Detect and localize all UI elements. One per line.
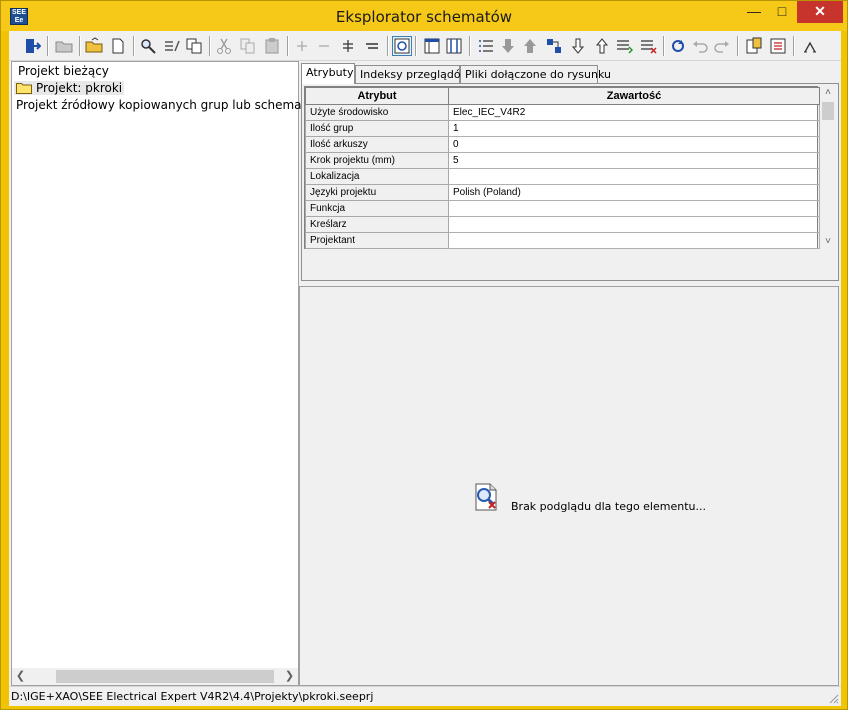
tree-item-project-pkroki[interactable]: Projekt: pkroki: [14, 81, 125, 95]
open-folder-icon[interactable]: [55, 37, 73, 55]
redo-icon[interactable]: [713, 37, 731, 55]
attribute-name-cell[interactable]: Ilość grup: [305, 120, 449, 137]
attribute-name-cell[interactable]: Ilość arkuszy: [305, 136, 449, 153]
folder-icon: [16, 83, 32, 94]
attributes-panel: Atrybut Zawartość Użyte środowisko Elec_I…: [301, 83, 839, 281]
table-row[interactable]: Języki projektu Polish (Poland): [305, 184, 820, 201]
move-up-icon[interactable]: [521, 37, 539, 55]
print-icon[interactable]: [769, 37, 787, 55]
edit-attributes-icon[interactable]: [163, 37, 181, 55]
table-row[interactable]: Kreślarz: [305, 216, 820, 233]
report-icon[interactable]: [639, 37, 657, 55]
align-icon[interactable]: [363, 37, 381, 55]
list-icon[interactable]: [477, 37, 495, 55]
window-title: Eksplorator schematów: [335, 8, 513, 26]
scroll-right-icon[interactable]: ❯: [281, 668, 298, 685]
details-pane: Atrybuty Indeksy przeglądów Pliki dołącz…: [299, 61, 839, 686]
new-document-icon[interactable]: [109, 37, 127, 55]
group-icon[interactable]: [545, 37, 563, 55]
preview-icon[interactable]: [392, 36, 412, 56]
remove-icon[interactable]: [315, 37, 333, 55]
undo-icon[interactable]: [691, 37, 709, 55]
status-bar: D:\IGE+XAO\SEE Electrical Expert V4R2\4.…: [9, 686, 841, 706]
tree-item-current-project[interactable]: Projekt bieżący: [18, 64, 109, 78]
tree-item-label: Projekt źródłowy kopiowanych grup lub sc…: [16, 98, 324, 112]
paste-icon[interactable]: [263, 37, 281, 55]
attribute-value-cell[interactable]: 1: [448, 120, 820, 137]
scrollbar-thumb[interactable]: [56, 670, 274, 683]
table-header-row: Atrybut Zawartość: [305, 87, 820, 105]
attributes-vertical-scrollbar[interactable]: ˄ ˅: [820, 86, 836, 249]
table-row[interactable]: Funkcja: [305, 200, 820, 217]
scroll-left-icon[interactable]: ❮: [12, 668, 29, 685]
project-tree[interactable]: Projekt bieżący Projekt: pkroki Projekt …: [11, 61, 323, 686]
hand-down-icon[interactable]: [569, 37, 587, 55]
scroll-up-icon[interactable]: ˄: [820, 86, 836, 100]
tree-item-label: Projekt: pkroki: [36, 81, 123, 95]
copy-project-icon[interactable]: [185, 37, 203, 55]
attribute-name-cell[interactable]: Języki projektu: [305, 184, 449, 201]
maximize-button[interactable]: □: [769, 1, 795, 23]
tree-item-source-project[interactable]: Projekt źródłowy kopiowanych grup lub sc…: [16, 98, 323, 112]
preview-panel: Brak podglądu dla tego elementu...: [299, 286, 839, 686]
attribute-name-cell[interactable]: Lokalizacja: [305, 168, 449, 185]
insert-icon[interactable]: [339, 37, 357, 55]
tab-pliki-dolaczone[interactable]: Pliki dołączone do rysunku: [460, 65, 611, 83]
tree-horizontal-scrollbar[interactable]: ❮ ❯: [12, 668, 298, 685]
copy-icon[interactable]: [239, 37, 257, 55]
app-window: SEE Ee Eksplorator schematów — □ ✕ Proje…: [0, 0, 848, 710]
open-project-icon[interactable]: [85, 37, 103, 55]
attribute-name-cell[interactable]: Kreślarz: [305, 216, 449, 233]
attribute-value-cell[interactable]: 5: [448, 152, 820, 169]
attributes-table[interactable]: Atrybut Zawartość Użyte środowisko Elec_I…: [304, 86, 820, 249]
move-down-icon[interactable]: [499, 37, 517, 55]
view-grid-icon[interactable]: [445, 37, 463, 55]
attribute-name-cell[interactable]: Funkcja: [305, 200, 449, 217]
table-row[interactable]: Krok projektu (mm) 5: [305, 152, 820, 169]
tab-atrybuty[interactable]: Atrybuty: [301, 63, 355, 84]
refresh-icon[interactable]: [669, 37, 687, 55]
attribute-value-cell[interactable]: [448, 216, 820, 233]
tree-item-label: Projekt bieżący: [18, 64, 109, 78]
add-icon[interactable]: [293, 37, 311, 55]
status-path: D:\IGE+XAO\SEE Electrical Expert V4R2\4.…: [11, 690, 374, 703]
attribute-name-cell[interactable]: Krok projektu (mm): [305, 152, 449, 169]
column-header-zawartosc[interactable]: Zawartość: [448, 87, 820, 105]
exit-icon[interactable]: [23, 37, 41, 55]
attribute-value-cell[interactable]: Polish (Poland): [448, 184, 820, 201]
attribute-value-cell[interactable]: Elec_IEC_V4R2: [448, 104, 820, 121]
properties-icon[interactable]: [745, 37, 763, 55]
attribute-value-cell[interactable]: [448, 232, 820, 249]
toolbar: [9, 31, 841, 61]
attribute-value-cell[interactable]: [448, 200, 820, 217]
find-icon[interactable]: [139, 37, 157, 55]
tab-indeksy-przegladow[interactable]: Indeksy przeglądów: [355, 65, 470, 83]
client-area: Projekt bieżący Projekt: pkroki Projekt …: [9, 31, 841, 706]
view-columns-icon[interactable]: [423, 37, 441, 55]
close-button[interactable]: ✕: [797, 1, 843, 23]
no-preview-icon: [475, 483, 497, 511]
table-row[interactable]: Ilość grup 1: [305, 120, 820, 137]
attribute-name-cell[interactable]: Użyte środowisko: [305, 104, 449, 121]
table-row[interactable]: Projektant: [305, 232, 820, 249]
attribute-value-cell[interactable]: [448, 168, 820, 185]
font-icon[interactable]: [801, 37, 819, 55]
scroll-down-icon[interactable]: ˅: [820, 235, 836, 249]
resize-grip-icon[interactable]: [827, 692, 839, 704]
table-row[interactable]: Lokalizacja: [305, 168, 820, 185]
table-row[interactable]: Ilość arkuszy 0: [305, 136, 820, 153]
table-row[interactable]: Użyte środowisko Elec_IEC_V4R2: [305, 104, 820, 121]
title-bar[interactable]: SEE Ee Eksplorator schematów — □ ✕: [1, 1, 847, 31]
column-header-atrybut[interactable]: Atrybut: [305, 87, 449, 105]
attribute-name-cell[interactable]: Projektant: [305, 232, 449, 249]
renumber-icon[interactable]: [615, 37, 633, 55]
hand-up-icon[interactable]: [593, 37, 611, 55]
scrollbar-thumb[interactable]: [822, 102, 834, 120]
preview-message: Brak podglądu dla tego elementu...: [511, 500, 706, 513]
minimize-button[interactable]: —: [741, 1, 767, 23]
attribute-value-cell[interactable]: 0: [448, 136, 820, 153]
cut-icon[interactable]: [215, 37, 233, 55]
